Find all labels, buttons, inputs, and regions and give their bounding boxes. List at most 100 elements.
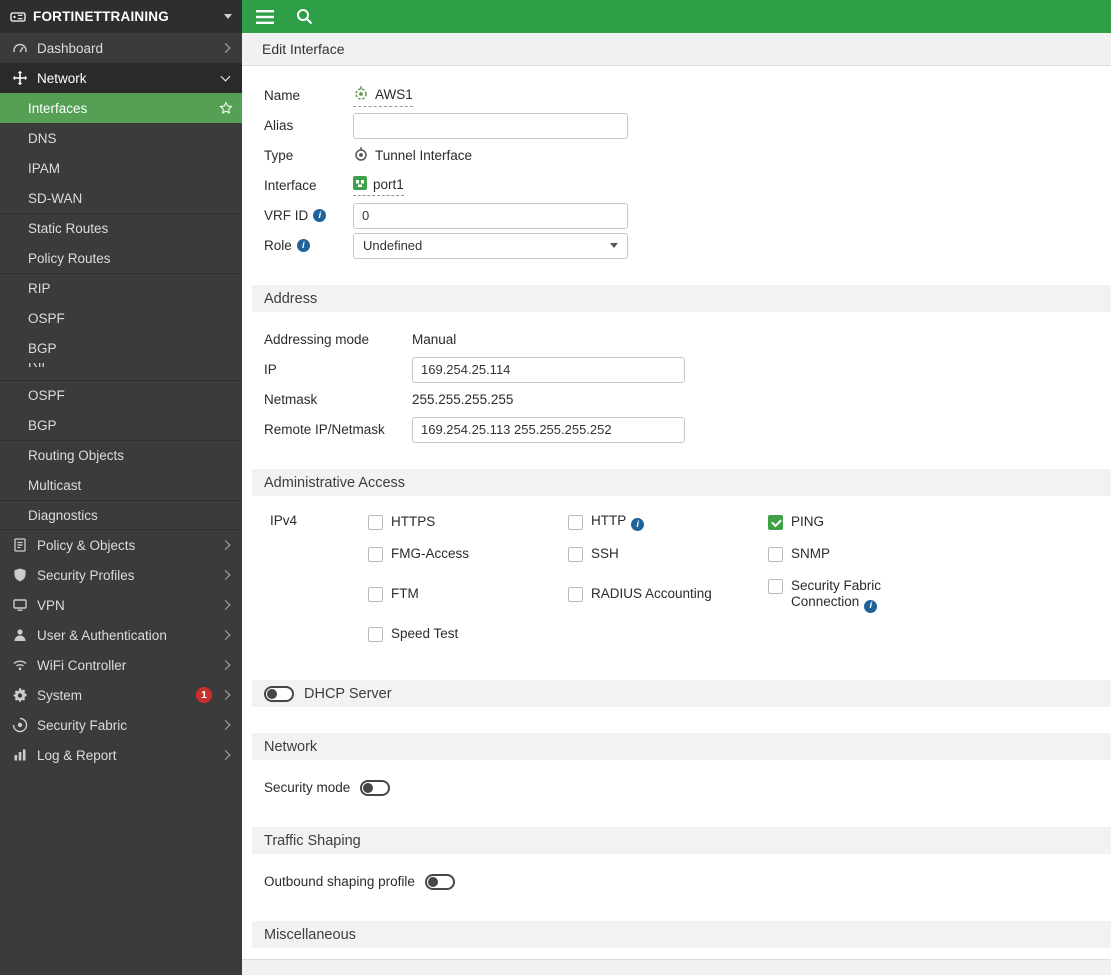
chevron-right-icon — [220, 750, 231, 760]
checkbox-box[interactable] — [568, 587, 583, 602]
chevron-down-icon — [220, 71, 231, 82]
alias-label: Alias — [264, 118, 294, 133]
section-admin-access: Administrative Access — [252, 469, 1111, 496]
sidebar-item-label: Dashboard — [37, 40, 104, 56]
checkbox-box[interactable] — [768, 579, 783, 594]
sidebar-item-sdwan[interactable]: SD-WAN — [0, 183, 242, 213]
role-select[interactable]: Undefined — [353, 232, 628, 259]
checkbox-snmp[interactable]: SNMP — [768, 542, 988, 566]
outbound-shaping-label: Outbound shaping profile — [264, 874, 415, 889]
checkbox-fmg-access[interactable]: FMG-Access — [368, 542, 568, 566]
checkbox-box[interactable] — [568, 547, 583, 562]
checkbox-ftm[interactable]: FTM — [368, 582, 568, 606]
section-traffic-shaping: Traffic Shaping — [252, 827, 1111, 854]
section-address: Address — [252, 285, 1111, 312]
sidebar-item-system[interactable]: System 1 — [0, 680, 242, 710]
sidebar-item-rip[interactable]: RIP — [0, 273, 242, 303]
gear-icon — [12, 687, 28, 703]
chevron-down-icon — [610, 243, 618, 248]
info-icon[interactable]: i — [313, 209, 327, 222]
sidebar-item-rip-clipped[interactable]: RIP — [0, 363, 242, 380]
sidebar-item-multicast[interactable]: Multicast — [0, 470, 242, 500]
sidebar-item-dashboard[interactable]: Dashboard — [0, 33, 242, 63]
checkbox-http[interactable]: HTTP i — [568, 510, 768, 534]
sidebar-item-ospf[interactable]: OSPF — [0, 303, 242, 333]
tunnel-interface-icon — [353, 85, 369, 104]
sidebar-item-bgp-2[interactable]: BGP — [0, 410, 242, 440]
checkbox-security-fabric-connection[interactable]: Security Fabric Connection i — [768, 578, 988, 613]
user-icon — [12, 627, 28, 643]
interface-name-editable[interactable]: AWS1 — [353, 85, 413, 107]
sidebar-item-policy-objects[interactable]: Policy & Objects — [0, 530, 242, 560]
dhcp-server-label: DHCP Server — [304, 685, 392, 702]
hamburger-menu-icon[interactable] — [256, 9, 274, 24]
policy-objects-icon — [12, 537, 28, 553]
sidebar-item-user-authentication[interactable]: User & Authentication — [0, 620, 242, 650]
alias-input[interactable] — [353, 112, 628, 139]
role-label: Role i — [264, 238, 353, 253]
port-icon — [353, 175, 367, 193]
caret-down-icon[interactable] — [224, 14, 232, 19]
checkbox-https[interactable]: HTTPS — [368, 510, 568, 534]
sidebar-item-policy-routes[interactable]: Policy Routes — [0, 243, 242, 273]
checkbox-box[interactable] — [368, 547, 383, 562]
dhcp-server-toggle[interactable] — [264, 685, 294, 702]
sidebar-nav: Dashboard Network Interfaces DNS IPAM SD… — [0, 33, 242, 770]
security-mode-toggle[interactable] — [360, 779, 391, 796]
sidebar-item-dns[interactable]: DNS — [0, 123, 242, 153]
sidebar-item-security-fabric[interactable]: Security Fabric — [0, 710, 242, 740]
type-label: Type — [264, 148, 294, 163]
vrf-id-input[interactable] — [353, 202, 628, 229]
checkbox-box[interactable] — [368, 627, 383, 642]
logo-header[interactable]: FORTINETTRAINING — [0, 0, 242, 33]
ip-input[interactable] — [412, 356, 685, 383]
remote-ip-input[interactable] — [412, 416, 685, 443]
info-icon[interactable]: i — [296, 239, 310, 252]
main-content: Name AWS1 Alias Type Tunnel Interface In… — [242, 66, 1111, 975]
info-icon[interactable]: i — [631, 518, 645, 532]
sidebar-item-routing-objects[interactable]: Routing Objects — [0, 440, 242, 470]
sidebar-item-ipam[interactable]: IPAM — [0, 153, 242, 183]
checkbox-radius-accounting[interactable]: RADIUS Accounting — [568, 582, 768, 606]
checkbox-box[interactable] — [768, 547, 783, 562]
netmask-label: Netmask — [264, 392, 318, 407]
sidebar-item-diagnostics[interactable]: Diagnostics — [0, 500, 242, 530]
info-icon[interactable]: i — [864, 599, 878, 613]
sidebar-item-network[interactable]: Network — [0, 63, 242, 93]
sidebar-item-label: Network — [37, 70, 87, 86]
checkbox-box[interactable] — [568, 515, 583, 530]
checkbox-ping[interactable]: PING — [768, 510, 988, 534]
chevron-right-icon — [220, 720, 231, 730]
sidebar-item-wifi-controller[interactable]: WiFi Controller — [0, 650, 242, 680]
type-value: Tunnel Interface — [353, 146, 472, 165]
security-fabric-icon — [12, 717, 28, 733]
shield-icon — [12, 567, 28, 583]
sidebar-item-static-routes[interactable]: Static Routes — [0, 213, 242, 243]
checkbox-box[interactable] — [368, 587, 383, 602]
search-icon[interactable] — [296, 8, 313, 25]
chevron-right-icon — [220, 660, 231, 670]
system-alert-badge: 1 — [196, 687, 212, 703]
ip-label: IP — [264, 362, 277, 377]
monitor-icon — [12, 597, 28, 613]
checkbox-box[interactable] — [768, 515, 783, 530]
sidebar-item-security-profiles[interactable]: Security Profiles — [0, 560, 242, 590]
network-icon — [12, 70, 28, 86]
checkbox-box[interactable] — [368, 515, 383, 530]
outbound-shaping-toggle[interactable] — [424, 873, 455, 890]
sidebar-item-bgp[interactable]: BGP — [0, 333, 242, 363]
sidebar-item-ospf-2[interactable]: OSPF — [0, 380, 242, 410]
chevron-right-icon — [220, 540, 231, 550]
name-label: Name — [264, 88, 301, 103]
checkbox-speed-test[interactable]: Speed Test — [368, 622, 568, 646]
parent-interface-editable[interactable]: port1 — [353, 175, 404, 196]
star-icon[interactable] — [219, 101, 233, 115]
sidebar-item-interfaces[interactable]: Interfaces — [0, 93, 242, 123]
sidebar: FORTINETTRAINING Dashboard Network Inter… — [0, 0, 242, 975]
sidebar-item-vpn[interactable]: VPN — [0, 590, 242, 620]
checkbox-ssh[interactable]: SSH — [568, 542, 768, 566]
chevron-right-icon — [220, 43, 231, 53]
sidebar-item-log-report[interactable]: Log & Report — [0, 740, 242, 770]
interface-label: Interface — [264, 178, 317, 193]
bottom-strip — [242, 959, 1111, 975]
